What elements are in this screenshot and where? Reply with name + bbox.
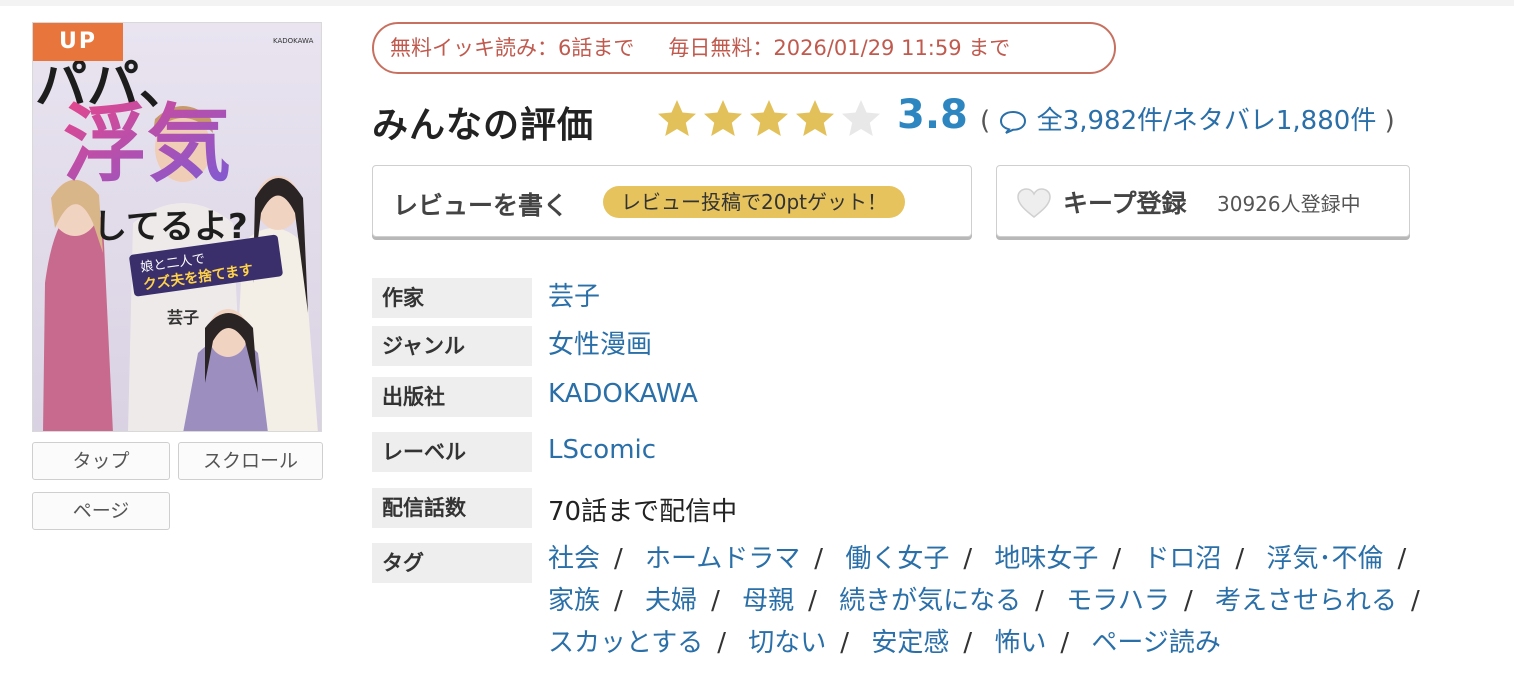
cover-publisher-mark: KADOKAWA <box>273 37 314 45</box>
cover-illustration: パパ、 浮気 してるよ? 娘と二人で クズ夫を捨てます KADOKAWA 芸子 <box>33 23 321 431</box>
episodes-value: 70話まで配信中 <box>548 497 738 527</box>
keep-label: キープ登録 <box>1063 189 1187 218</box>
update-badge: UP <box>33 23 123 61</box>
tag-link[interactable]: ドロ沼 <box>1143 544 1221 574</box>
tap-mode-button[interactable]: タップ <box>32 442 170 480</box>
star-empty-icon <box>842 100 880 136</box>
star-filled-icon <box>796 100 834 136</box>
tag-separator: / <box>1410 586 1420 616</box>
star-filled-icon <box>658 100 696 136</box>
tag-separator: / <box>1183 586 1193 616</box>
tag-link[interactable]: モラハラ <box>1066 586 1170 616</box>
review-counts: 全3,982件/ネタバレ1,880件 <box>1036 106 1377 136</box>
write-review-label: レビューを書く <box>393 191 569 220</box>
top-divider <box>0 0 1514 6</box>
tag-separator: / <box>814 544 824 574</box>
tag-separator: / <box>963 544 973 574</box>
episodes-label: 配信話数 <box>372 488 532 528</box>
tag-separator: / <box>614 586 623 616</box>
tag-link[interactable]: 続きが気になる <box>839 586 1021 616</box>
tag-separator: / <box>1035 586 1044 616</box>
review-promo-badge: レビュー投稿で20ptゲット！ <box>603 186 905 218</box>
tag-link[interactable]: 夫婦 <box>645 586 697 616</box>
scroll-mode-button[interactable]: スクロール <box>178 442 323 480</box>
cover-title-line3: してるよ? <box>93 207 248 247</box>
tag-link[interactable]: 社会 <box>548 544 600 574</box>
genre-label: ジャンル <box>372 326 532 366</box>
rating-heading: みんなの評価 <box>372 105 595 146</box>
label-link[interactable]: LScomic <box>548 435 656 465</box>
comment-icon <box>1000 110 1027 134</box>
tag-link[interactable]: 浮気･不倫 <box>1266 544 1383 574</box>
tag-list: 社会 / ホームドラマ / 働く女子 / 地味女子 / ドロ沼 / 浮気･不倫 / 家族 / … <box>548 538 1478 664</box>
tag-link[interactable]: 母親 <box>742 586 794 616</box>
author-label: 作家 <box>372 278 532 318</box>
cover-author: 芸子 <box>167 308 199 327</box>
tag-separator: / <box>840 628 850 658</box>
tag-link[interactable]: 怖い <box>994 628 1046 658</box>
tag-link[interactable]: 地味女子 <box>994 544 1098 574</box>
write-review-button[interactable]: レビューを書く レビュー投稿で20ptゲット！ <box>372 165 972 237</box>
tag-separator: / <box>711 586 720 616</box>
tag-separator: / <box>808 586 817 616</box>
publisher-link[interactable]: KADOKAWA <box>548 379 698 409</box>
tag-separator: / <box>717 628 726 658</box>
tag-separator: / <box>1397 544 1407 574</box>
tag-link[interactable]: 考えさせられる <box>1215 586 1397 616</box>
book-cover[interactable]: パパ、 浮気 してるよ? 娘と二人で クズ夫を捨てます KADOKAWA 芸子 … <box>32 22 322 432</box>
tag-separator: / <box>1112 544 1122 574</box>
tag-link[interactable]: ホームドラマ <box>645 544 800 574</box>
star-filled-icon <box>750 100 788 136</box>
paren-open: ( <box>980 106 991 136</box>
tags-label: タグ <box>372 543 532 583</box>
tag-link[interactable]: 安定感 <box>871 628 949 658</box>
free-read-text: 無料イッキ読み：6話まで <box>390 36 635 60</box>
publisher-label: 出版社 <box>372 377 532 417</box>
tag-link[interactable]: スカッとする <box>548 628 703 658</box>
review-count-link[interactable]: ( 全3,982件/ネタバレ1,880件 ) <box>980 100 1395 137</box>
rating-score: 3.8 <box>897 92 968 138</box>
tag-separator: / <box>1060 628 1070 658</box>
tag-link[interactable]: 切ない <box>748 628 826 658</box>
tag-separator: / <box>1235 544 1245 574</box>
keep-button[interactable]: キープ登録 30926人登録中 <box>996 165 1410 237</box>
label-label: レーベル <box>372 432 532 472</box>
keep-count: 30926人登録中 <box>1217 192 1361 216</box>
author-link[interactable]: 芸子 <box>548 276 600 313</box>
tag-link[interactable]: 働く女子 <box>845 544 949 574</box>
cover-title-main: 浮気 <box>63 95 231 193</box>
daily-free-text: 毎日無料：2026/01/29 11:59 まで <box>668 36 1011 60</box>
heart-icon <box>1017 188 1051 218</box>
free-reading-banner: 無料イッキ読み：6話まで 毎日無料：2026/01/29 11:59 まで <box>372 22 1116 74</box>
page-mode-button[interactable]: ページ <box>32 492 170 530</box>
tag-separator: / <box>963 628 973 658</box>
tag-link[interactable]: 家族 <box>548 586 600 616</box>
tag-link[interactable]: ページ読み <box>1091 628 1220 658</box>
star-filled-icon <box>704 100 742 136</box>
tag-separator: / <box>614 544 623 574</box>
genre-link[interactable]: 女性漫画 <box>548 324 652 361</box>
paren-close: ) <box>1384 106 1395 136</box>
